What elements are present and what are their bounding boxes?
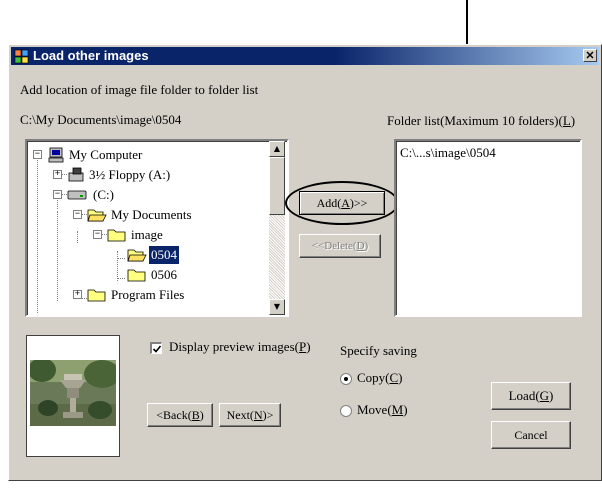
tree-scrollbar[interactable]: ▲ ▼ [269,141,285,315]
tree-label: 0506 [151,267,177,282]
radio-dot [344,377,348,381]
open-folder-icon [127,249,147,262]
window-title: Load other images [33,48,149,63]
back-button[interactable]: <Back(B) [147,403,213,427]
scroll-up-icon[interactable]: ▲ [269,141,285,157]
move-radio[interactable] [340,405,352,417]
tree-item-my-computer[interactable]: − My Computer [31,145,261,165]
close-icon[interactable]: ✕ [583,49,597,62]
tree-item-floppy[interactable]: + 3½ Floppy (A:) [31,165,261,185]
collapse-icon[interactable]: − [73,210,82,219]
collapse-icon[interactable]: − [33,150,42,159]
cancel-button[interactable]: Cancel [491,421,571,449]
expand-icon[interactable]: + [53,170,62,179]
preview-checkbox-label: Display preview images(P) [169,339,311,354]
drive-icon [67,190,87,200]
tree-label: Program Files [111,287,185,302]
tree-label: My Documents [111,207,192,222]
load-other-images-dialog: Load other images ✕ Add location of imag… [8,44,602,481]
tree-label-selected: 0504 [149,246,179,264]
tree-item-program-files[interactable]: + Program Files [31,285,261,305]
checkmark-icon [152,345,162,353]
scroll-thumb[interactable] [269,157,285,215]
copy-radio-label: Copy(C) [357,370,403,385]
folder-icon [107,229,126,242]
next-button[interactable]: Next(N)> [219,403,281,427]
tree-label: image [131,227,163,242]
collapse-icon[interactable]: − [53,190,62,199]
folder-icon [87,289,106,302]
folder-list-item[interactable]: C:\...s\image\0504 [400,145,496,161]
folder-list-label: Folder list(Maximum 10 folders)(L) [387,113,576,128]
open-folder-icon [87,209,107,222]
tree-item-0504[interactable]: 0504 [31,245,261,265]
tree-item-image[interactable]: − image [31,225,261,245]
copy-radio[interactable] [340,373,352,385]
delete-button[interactable]: <<Delete(D) [299,234,381,258]
load-button[interactable]: Load(G) [491,382,571,410]
tree-label: My Computer [69,147,143,162]
folder-list[interactable]: C:\...s\image\0504 [394,139,582,317]
garden-lantern-photo [30,360,116,426]
title-bar: Load other images ✕ [11,47,599,65]
tree-item-drive-c[interactable]: − (C:) [31,185,261,205]
floppy-icon [68,167,84,182]
preview-image [26,335,120,457]
computer-icon [48,147,64,163]
scroll-down-icon[interactable]: ▼ [269,299,285,315]
tree-item-my-documents[interactable]: − My Documents [31,205,261,225]
collapse-icon[interactable]: − [93,230,102,239]
folder-tree[interactable]: − My Computer + 3½ Floppy (A:) − (C:) − … [25,139,289,317]
tree-label: 3½ Floppy (A:) [89,167,171,182]
move-radio-label: Move(M) [357,402,408,417]
specify-saving-label: Specify saving [340,343,417,358]
add-button[interactable]: Add(A)>> [299,191,385,215]
tree-item-0506[interactable]: 0506 [31,265,261,285]
expand-icon[interactable]: + [73,290,82,299]
current-path-text: C:\My Documents\image\0504 [20,112,182,127]
folder-icon [127,269,146,282]
app-icon [14,49,29,64]
preview-checkbox[interactable] [150,342,162,354]
instruction-text: Add location of image file folder to fol… [20,82,259,97]
tree-label: (C:) [93,187,114,202]
